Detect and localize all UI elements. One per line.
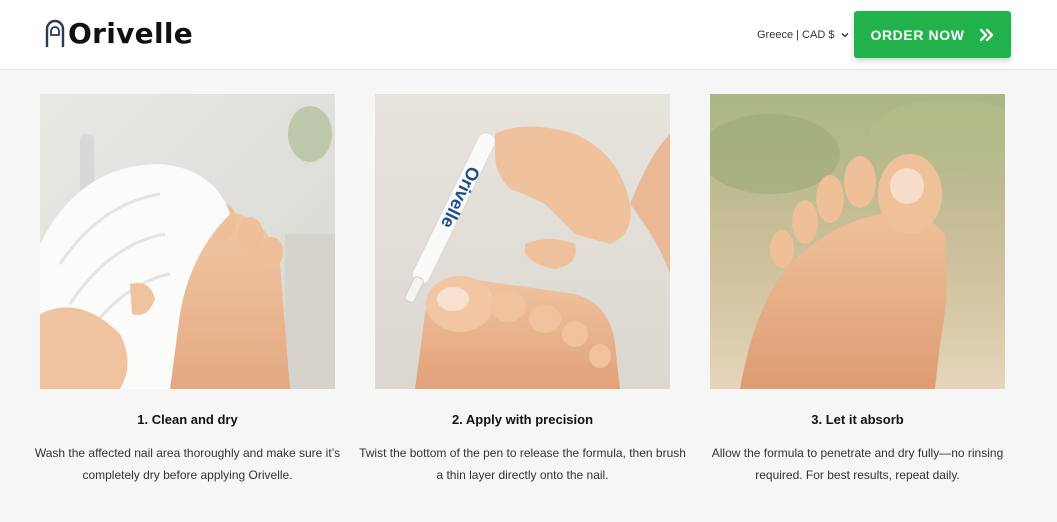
step-description: Allow the formula to penetrate and dry f… xyxy=(711,446,1004,482)
step-card-absorb: 3. Let it absorb Allow the formula to pe… xyxy=(710,94,1005,482)
order-now-label: ORDER NOW xyxy=(870,26,965,43)
step-card-apply: Orivelle 2. Apply with precision Twist t… xyxy=(359,94,686,482)
nail-logo-icon xyxy=(45,19,65,47)
double-chevron-right-icon xyxy=(979,28,993,41)
pen-applying-to-toenail-photo: Orivelle xyxy=(375,94,670,389)
step-title: 3. Let it absorb xyxy=(811,412,904,427)
step-title: 2. Apply with precision xyxy=(451,412,594,427)
step-card-clean: 1. Clean and dry Wash the affected nail … xyxy=(35,94,340,482)
locale-selector[interactable]: Greece | CAD $ xyxy=(757,27,850,43)
brand-name: Orivelle xyxy=(68,17,194,50)
step-description: Wash the affected nail area thoroughly a… xyxy=(34,446,341,482)
step-description: Twist the bottom of the pen to release t… xyxy=(359,446,686,482)
site-header: Orivelle Greece | CAD $ ORDER NOW xyxy=(0,0,1057,70)
bare-foot-outdoors-photo xyxy=(710,94,1005,389)
towel-drying-foot-photo xyxy=(40,94,335,389)
chevron-down-icon xyxy=(841,33,849,38)
step-title: 1. Clean and dry xyxy=(137,412,238,427)
locale-label: Greece | CAD $ xyxy=(757,29,835,41)
order-now-button[interactable]: ORDER NOW xyxy=(854,11,1011,58)
brand-logo[interactable]: Orivelle xyxy=(44,16,193,52)
